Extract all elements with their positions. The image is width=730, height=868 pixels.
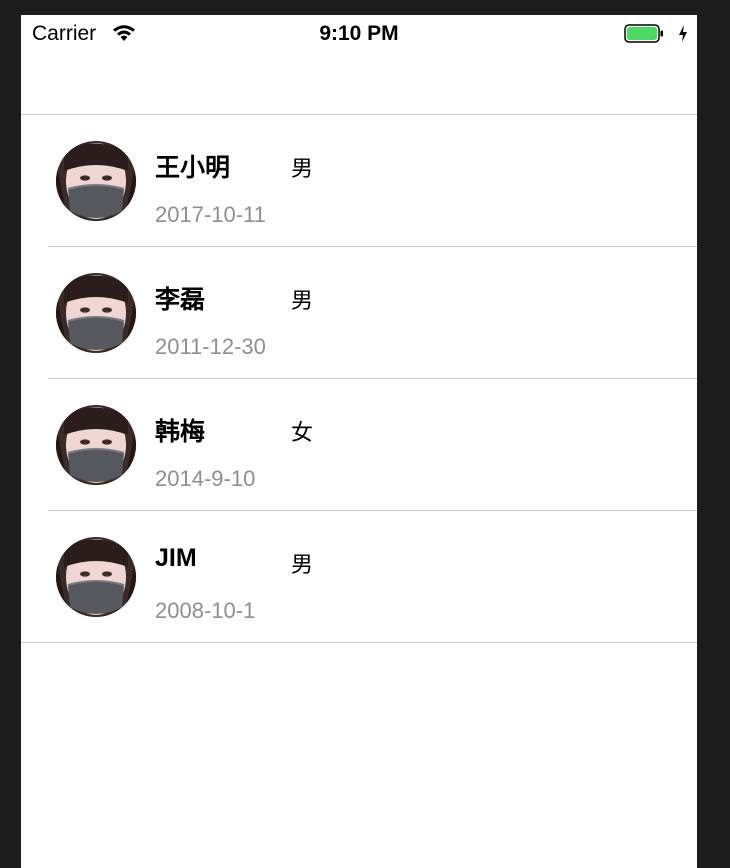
status-bar: Carrier 9:10 PM bbox=[21, 15, 697, 53]
person-date: 2017-10-11 bbox=[155, 202, 266, 227]
person-name: JIM bbox=[155, 544, 197, 572]
list-item[interactable]: 王小明 男 2017-10-11 bbox=[21, 115, 697, 247]
person-gender: 男 bbox=[291, 156, 314, 181]
person-date: 2008-10-1 bbox=[155, 598, 256, 623]
person-date: 2014-9-10 bbox=[155, 466, 256, 491]
person-gender: 男 bbox=[291, 552, 314, 577]
list-item[interactable]: 韩梅 女 2014-9-10 bbox=[21, 379, 697, 511]
navigation-bar bbox=[21, 53, 697, 115]
person-gender: 男 bbox=[291, 288, 314, 313]
people-list[interactable]: 王小明 男 2017-10-11 李磊 男 2011-12-30 韩梅 女 20… bbox=[21, 115, 697, 643]
person-name: 韩梅 bbox=[155, 418, 206, 446]
person-name: 李磊 bbox=[155, 286, 206, 314]
avatar bbox=[56, 141, 136, 221]
status-time: 9:10 PM bbox=[319, 22, 399, 45]
phone-screen: Carrier 9:10 PM 王小明 男 2017-10-11 李磊 男 20… bbox=[21, 15, 697, 868]
avatar bbox=[56, 405, 136, 485]
charging-bolt-icon bbox=[679, 25, 687, 42]
person-name: 王小明 bbox=[155, 154, 231, 182]
list-item[interactable]: 李磊 男 2011-12-30 bbox=[21, 247, 697, 379]
avatar bbox=[56, 537, 136, 617]
avatar bbox=[56, 273, 136, 353]
person-date: 2011-12-30 bbox=[155, 334, 266, 359]
person-gender: 女 bbox=[291, 420, 314, 445]
battery-icon bbox=[624, 24, 663, 43]
list-item[interactable]: JIM 男 2008-10-1 bbox=[21, 511, 697, 643]
